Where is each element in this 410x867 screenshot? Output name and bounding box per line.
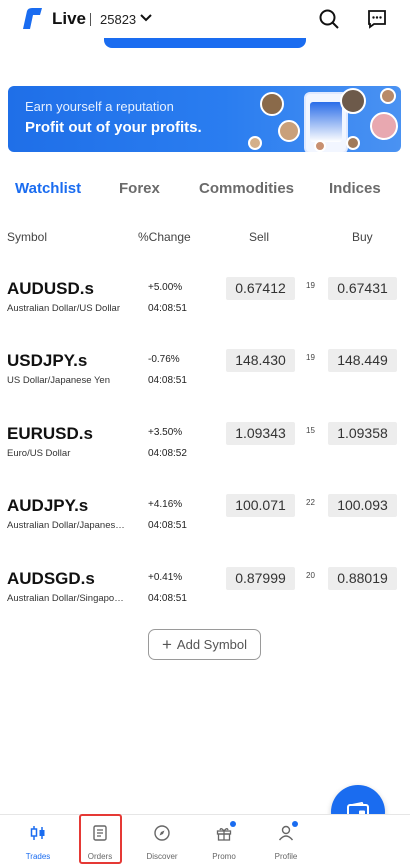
banner-subtitle: Earn yourself a reputation xyxy=(25,99,174,114)
quote-time: 04:08:51 xyxy=(148,375,187,386)
nav-promo[interactable]: Promo xyxy=(194,815,254,867)
banner-avatar-4 xyxy=(340,88,366,114)
banner-avatar-6 xyxy=(380,88,396,104)
percent-change: +3.50% xyxy=(148,427,183,438)
watchlist-row[interactable]: USDJPY.s US Dollar/Japanese Yen -0.76% 0… xyxy=(0,349,410,421)
quote-time: 04:08:52 xyxy=(148,448,187,459)
brand-logo-icon xyxy=(23,8,42,29)
top-action-button[interactable] xyxy=(104,38,306,48)
plus-icon: + xyxy=(161,634,172,654)
spread-value: 15 xyxy=(306,426,315,435)
symbol-description: Euro/US Dollar xyxy=(7,448,71,459)
sell-price-button[interactable]: 1.09343 xyxy=(226,422,295,445)
person-icon xyxy=(278,825,294,841)
orders-highlight-box xyxy=(79,814,122,864)
account-mode-label[interactable]: Live xyxy=(52,9,86,29)
header-divider xyxy=(90,13,91,26)
top-bar: Live 25823 xyxy=(0,0,410,42)
quote-time: 04:08:51 xyxy=(148,593,187,604)
banner-avatar-3 xyxy=(248,136,262,150)
sell-price-button[interactable]: 0.67412 xyxy=(226,277,295,300)
watchlist-row[interactable]: EURUSD.s Euro/US Dollar +3.50% 04:08:52 … xyxy=(0,422,410,494)
nav-discover[interactable]: Discover xyxy=(132,815,192,867)
watchlist-row[interactable]: AUDJPY.s Australian Dollar/Japanes… +4.1… xyxy=(0,494,410,566)
spread-value: 22 xyxy=(306,498,315,507)
symbol-description: Australian Dollar/Singapo… xyxy=(7,593,124,604)
gift-icon xyxy=(216,828,232,841)
watchlist-row[interactable]: AUDUSD.s Australian Dollar/US Dollar +5.… xyxy=(0,277,410,349)
spread-value: 19 xyxy=(306,353,315,362)
symbol-description: US Dollar/Japanese Yen xyxy=(7,375,110,386)
banner-avatar-1 xyxy=(260,92,284,116)
symbol-name: EURUSD.s xyxy=(7,424,93,443)
banner-avatar-7 xyxy=(346,136,360,150)
tab-watchlist[interactable]: Watchlist xyxy=(15,180,81,197)
promo-notification-dot xyxy=(230,821,236,827)
sell-price-button[interactable]: 100.071 xyxy=(226,494,295,517)
chat-icon[interactable] xyxy=(366,8,388,30)
candlestick-icon xyxy=(30,826,45,840)
column-header-symbol: Symbol xyxy=(7,230,48,244)
tab-commodities[interactable]: Commodities xyxy=(199,180,294,197)
percent-change: +4.16% xyxy=(148,499,183,510)
symbol-name: USDJPY.s xyxy=(7,351,88,370)
symbol-name: AUDSGD.s xyxy=(7,569,95,588)
percent-change: +5.00% xyxy=(148,282,183,293)
buy-price-button[interactable]: 148.449 xyxy=(328,349,397,372)
promo-banner[interactable]: Earn yourself a reputation Profit out of… xyxy=(8,86,401,152)
buy-price-button[interactable]: 0.67431 xyxy=(328,277,397,300)
market-tabs: Watchlist Forex Commodities Indices xyxy=(0,180,410,204)
nav-label-promo: Promo xyxy=(212,852,236,861)
sell-price-button[interactable]: 148.430 xyxy=(226,349,295,372)
spread-value: 20 xyxy=(306,571,315,580)
nav-label-discover: Discover xyxy=(146,852,178,861)
nav-trades[interactable]: Trades xyxy=(8,815,68,867)
search-icon[interactable] xyxy=(318,8,340,30)
tab-forex[interactable]: Forex xyxy=(119,180,160,197)
buy-price-button[interactable]: 0.88019 xyxy=(328,567,397,590)
symbol-description: Australian Dollar/Japanes… xyxy=(7,520,125,531)
bottom-navigation: Trades Orders Discover Promo Profile xyxy=(0,814,410,867)
add-symbol-label: Add Symbol xyxy=(176,637,248,652)
nav-label-trades: Trades xyxy=(25,852,51,861)
tab-indices[interactable]: Indices xyxy=(329,180,381,197)
banner-title: Profit out of your profits. xyxy=(25,119,202,136)
percent-change: -0.76% xyxy=(148,354,180,365)
quote-time: 04:08:51 xyxy=(148,520,187,531)
banner-avatar-2 xyxy=(278,120,300,142)
nav-label-profile: Profile xyxy=(274,852,298,861)
column-header-change: %Change xyxy=(138,230,191,244)
account-number[interactable]: 25823 xyxy=(100,12,136,27)
add-symbol-button[interactable]: + Add Symbol xyxy=(148,629,261,660)
nav-profile[interactable]: Profile xyxy=(256,815,316,867)
symbol-name: AUDUSD.s xyxy=(7,279,94,298)
compass-icon xyxy=(154,825,170,841)
symbol-name: AUDJPY.s xyxy=(7,496,89,515)
buy-price-button[interactable]: 1.09358 xyxy=(328,422,397,445)
percent-change: +0.41% xyxy=(148,572,183,583)
profile-notification-dot xyxy=(292,821,298,827)
column-header-sell: Sell xyxy=(249,230,270,244)
quote-time: 04:08:51 xyxy=(148,303,187,314)
column-header-buy: Buy xyxy=(352,230,373,244)
banner-phone-screen xyxy=(310,102,342,142)
banner-avatar-8 xyxy=(314,140,326,152)
spread-value: 19 xyxy=(306,281,315,290)
symbol-description: Australian Dollar/US Dollar xyxy=(7,303,120,314)
buy-price-button[interactable]: 100.093 xyxy=(328,494,397,517)
banner-avatar-5 xyxy=(370,112,398,140)
sell-price-button[interactable]: 0.87999 xyxy=(226,567,295,590)
chevron-down-icon[interactable] xyxy=(139,11,153,25)
